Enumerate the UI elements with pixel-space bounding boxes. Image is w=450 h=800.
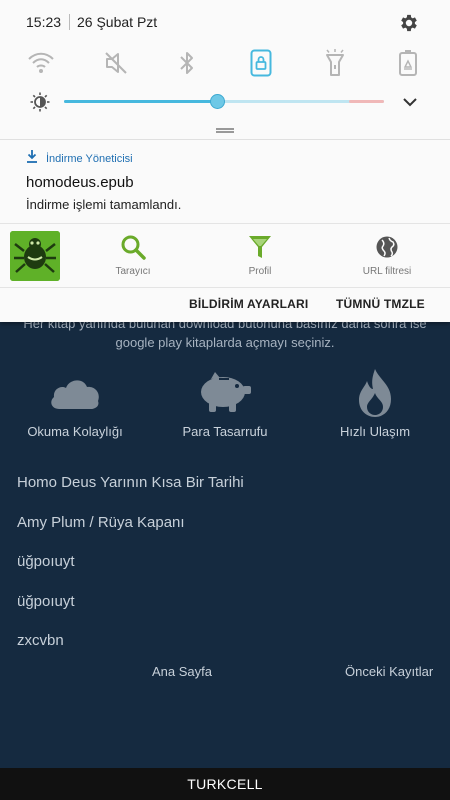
home-link[interactable]: Ana Sayfa: [152, 664, 212, 679]
notification-text: İndirme işlemi tamamlandı.: [26, 197, 182, 212]
feature-label: Okuma Kolaylığı: [27, 424, 123, 439]
cloud-icon: [0, 368, 150, 418]
app-logo[interactable]: [10, 231, 60, 281]
clock: 15:23: [26, 14, 62, 30]
history-item[interactable]: Homo Deus Yarının Kısa Bir Tarihi: [17, 474, 244, 491]
action-label: Tarayıcı: [115, 266, 151, 277]
brightness-slider-fill: [64, 100, 218, 103]
brightness-slider-warning-zone: [349, 100, 384, 103]
action-profile[interactable]: Profil: [210, 233, 310, 277]
clear-all-button[interactable]: TÜMNÜ TMZLE: [336, 297, 425, 311]
history-item[interactable]: Amy Plum / Rüya Kapanı: [17, 514, 185, 531]
flame-icon: [300, 368, 450, 418]
download-icon: [26, 150, 38, 168]
divider: [0, 287, 450, 288]
date: 26 Şubat Pzt: [77, 14, 158, 30]
feature-reading-ease[interactable]: Okuma Kolaylığı: [0, 368, 150, 439]
history-item[interactable]: üğpoıuyt: [17, 553, 75, 570]
power-saving-icon[interactable]: [391, 46, 425, 80]
action-label: URL filtresi: [362, 266, 412, 277]
history-item[interactable]: üğpoıuyt: [17, 593, 75, 610]
gear-icon[interactable]: [398, 12, 420, 34]
feature-fast-access[interactable]: Hızlı Ulaşım: [300, 368, 450, 439]
rotation-lock-icon[interactable]: [244, 46, 278, 80]
brightness-slider-knob[interactable]: [210, 94, 225, 109]
status-separator: [69, 14, 70, 30]
brightness-row: [0, 88, 450, 116]
notification-shade: 15:23 26 Şubat Pzt İndirme Yöneticisi ho…: [0, 0, 450, 322]
quick-settings-row: [0, 46, 450, 80]
notification-settings-button[interactable]: BİLDİRİM AYARLARI: [189, 297, 308, 311]
feature-label: Hızlı Ulaşım: [339, 424, 411, 439]
feature-label: Para Tasarrufu: [182, 424, 268, 439]
search-icon: [83, 233, 183, 261]
flashlight-icon[interactable]: [318, 46, 352, 80]
security-app-notification: Tarayıcı Profil URL filtresi: [0, 224, 450, 286]
brightness-slider[interactable]: [64, 94, 384, 109]
action-label: Profil: [248, 266, 272, 277]
action-url-filter[interactable]: URL filtresi: [337, 233, 437, 277]
globe-icon: [337, 233, 437, 261]
notification-title: homodeus.epub: [26, 174, 134, 191]
brightness-icon: [30, 92, 50, 112]
history-item[interactable]: zxcvbn: [17, 632, 64, 649]
notification-app-name: İndirme Yöneticisi: [46, 153, 133, 165]
chevron-down-icon[interactable]: [400, 92, 420, 112]
bluetooth-icon[interactable]: [170, 46, 204, 80]
drag-handle[interactable]: [216, 128, 234, 133]
carrier-bar: TURKCELL: [0, 768, 450, 800]
sound-muted-icon[interactable]: [99, 46, 133, 80]
notification-header: İndirme Yöneticisi: [26, 150, 133, 168]
previous-records-link[interactable]: Önceki Kayıtlar: [345, 664, 433, 679]
carrier-name: TURKCELL: [187, 776, 263, 792]
filter-icon: [210, 233, 310, 261]
action-scanner[interactable]: Tarayıcı: [83, 233, 183, 277]
feature-saving[interactable]: Para Tasarrufu: [150, 368, 300, 439]
piggy-bank-icon: [150, 368, 300, 418]
download-notification[interactable]: İndirme Yöneticisi homodeus.epub İndirme…: [0, 140, 450, 224]
wifi-icon[interactable]: [24, 46, 58, 80]
status-bar: 15:23 26 Şubat Pzt: [0, 0, 450, 40]
